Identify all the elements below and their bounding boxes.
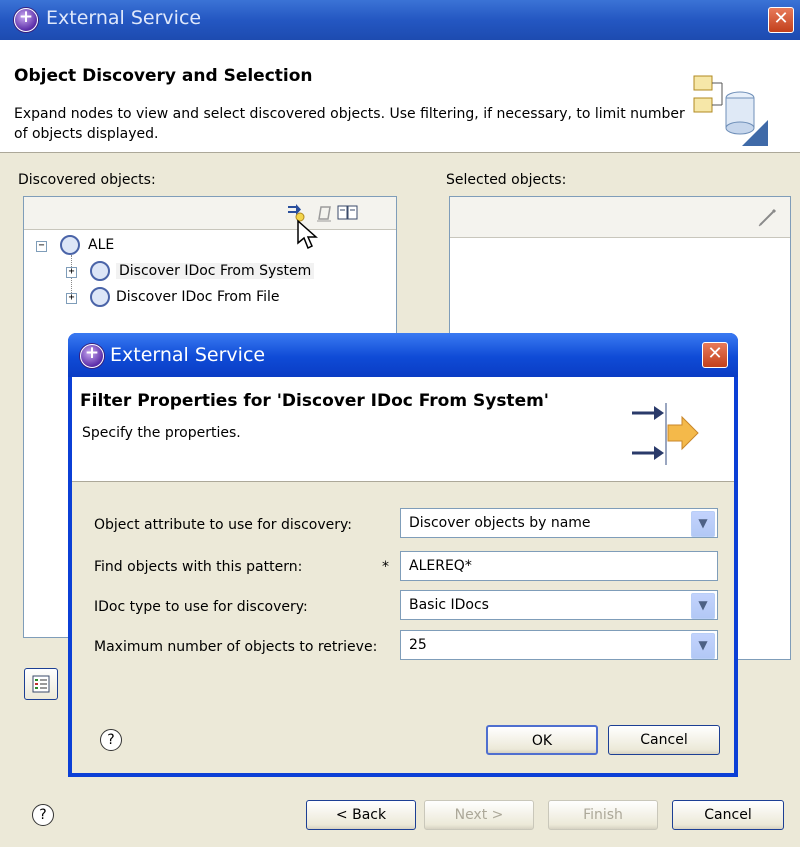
dialog-cancel-button[interactable]: Cancel: [608, 725, 720, 755]
tree-item-discover-idoc-from-system[interactable]: Discover IDoc From System: [116, 263, 315, 279]
discover-system-node-icon: [90, 261, 110, 281]
ale-node-icon: [60, 235, 80, 255]
book-icon[interactable]: [337, 204, 359, 222]
page-title: Object Discovery and Selection: [14, 66, 313, 86]
app-icon: [14, 7, 38, 32]
dialog-subheading: Specify the properties.: [82, 425, 241, 441]
max-objects-value: 25: [409, 637, 427, 653]
dialog-heading: Filter Properties for 'Discover IDoc Fro…: [80, 391, 550, 411]
tree-collapse-toggle[interactable]: −: [36, 241, 47, 252]
dialog-help-button[interactable]: ?: [100, 729, 122, 751]
dialog-close-button[interactable]: ✕: [702, 342, 728, 368]
object-attribute-select[interactable]: Discover objects by name ▼: [400, 508, 718, 538]
dialog-body: Filter Properties for 'Discover IDoc Fro…: [72, 377, 734, 773]
edit-icon[interactable]: [756, 207, 778, 229]
wizard-banner-icon: [693, 75, 768, 146]
chevron-down-icon[interactable]: ▼: [691, 593, 715, 619]
mouse-cursor-icon: [297, 219, 318, 250]
dialog-app-icon: [80, 343, 104, 368]
window-title: External Service: [46, 7, 202, 29]
object-attribute-value: Discover objects by name: [409, 515, 591, 531]
idoc-type-select[interactable]: Basic IDocs ▼: [400, 590, 718, 620]
next-button[interactable]: Next >: [424, 800, 534, 830]
idoc-type-value: Basic IDocs: [409, 597, 489, 613]
cancel-button[interactable]: Cancel: [672, 800, 784, 830]
filter-properties-dialog: External Service ✕ Filter Properties for…: [68, 333, 738, 777]
properties-icon: [32, 675, 50, 693]
finish-button[interactable]: Finish: [548, 800, 658, 830]
chevron-down-icon[interactable]: ▼: [691, 633, 715, 659]
selected-objects-label: Selected objects:: [446, 172, 567, 188]
pattern-input[interactable]: ALEREQ*: [400, 551, 718, 581]
filter-wizard-icon: [632, 403, 699, 465]
selected-toolbar: [450, 197, 790, 238]
close-button[interactable]: ✕: [768, 7, 794, 33]
discover-file-node-icon: [90, 287, 110, 307]
required-marker: *: [382, 559, 389, 575]
tree-expand-toggle[interactable]: +: [66, 267, 77, 278]
object-attribute-label: Object attribute to use for discovery:: [94, 517, 352, 533]
back-button[interactable]: < Back: [306, 800, 416, 830]
help-button[interactable]: ?: [32, 804, 54, 826]
max-objects-select[interactable]: 25 ▼: [400, 630, 718, 660]
pattern-label: Find objects with this pattern:: [94, 559, 303, 575]
idoc-type-label: IDoc type to use for discovery:: [94, 599, 308, 615]
title-bar[interactable]: External Service ✕: [0, 0, 800, 40]
dialog-title: External Service: [110, 344, 266, 366]
page-description: Expand nodes to view and select discover…: [14, 106, 685, 142]
tree-expand-toggle[interactable]: +: [66, 293, 77, 304]
properties-button[interactable]: [24, 668, 58, 700]
dialog-title-bar[interactable]: External Service ✕: [68, 333, 738, 377]
max-objects-label: Maximum number of objects to retrieve:: [94, 639, 378, 655]
ok-button[interactable]: OK: [486, 725, 598, 755]
tree-item-ale[interactable]: ALE: [88, 237, 114, 253]
tree-item-discover-idoc-from-file[interactable]: Discover IDoc From File: [116, 289, 280, 305]
chevron-down-icon[interactable]: ▼: [691, 511, 715, 537]
discovered-objects-label: Discovered objects:: [18, 172, 156, 188]
